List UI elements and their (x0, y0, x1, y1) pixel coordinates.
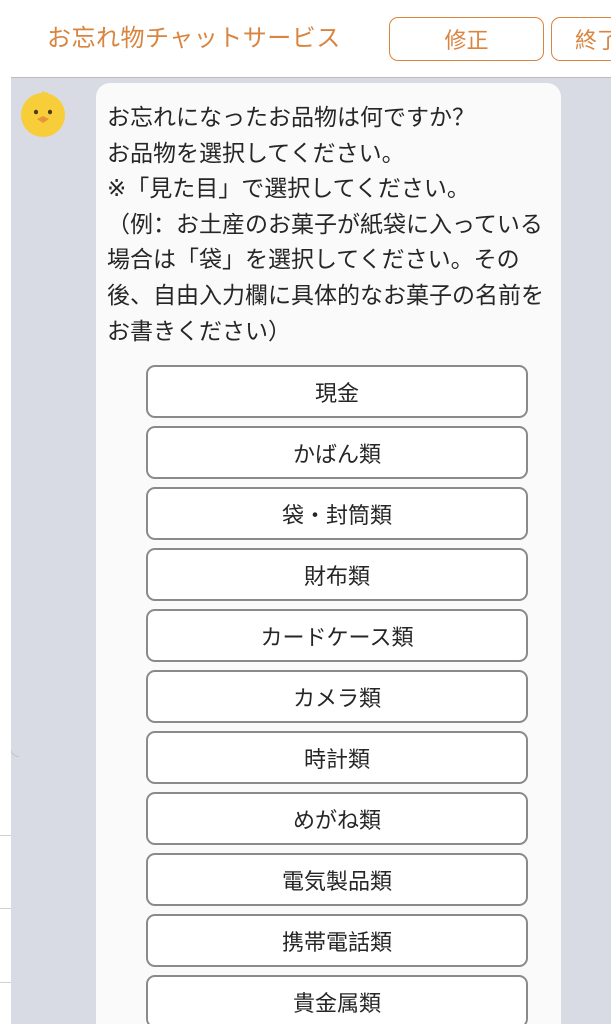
chat-header: お忘れ物チャットサービス 修正 終了 (11, 0, 611, 78)
option-button-card-cases[interactable]: カードケース類 (146, 609, 528, 662)
message-bubble: お忘れになったお品物は何ですか？ お品物を選択してください。 ※「見た目」で選択… (96, 83, 561, 1024)
chat-title: お忘れ物チャットサービス (47, 24, 341, 52)
option-list: 現金 かばん類 袋・封筒類 財布類 カードケース類 カメラ類 時計類 めがね類 … (146, 365, 528, 1024)
option-button-cash[interactable]: 現金 (146, 365, 528, 418)
panel-corner (11, 738, 19, 757)
chick-avatar-icon (21, 91, 65, 137)
option-button-envelopes[interactable]: 袋・封筒類 (146, 487, 528, 540)
option-button-watches[interactable]: 時計類 (146, 731, 528, 784)
option-button-cameras[interactable]: カメラ類 (146, 670, 528, 723)
edit-button[interactable]: 修正 (389, 17, 544, 61)
end-button[interactable]: 終了 (551, 17, 611, 61)
option-button-mobile-phones[interactable]: 携帯電話類 (146, 914, 528, 967)
option-button-wallets[interactable]: 財布類 (146, 548, 528, 601)
option-button-electronics[interactable]: 電気製品類 (146, 853, 528, 906)
option-button-bags[interactable]: かばん類 (146, 426, 528, 479)
option-button-jewelry[interactable]: 貴金属類 (146, 975, 528, 1024)
message-text: お忘れになったお品物は何ですか？ お品物を選択してください。 ※「見た目」で選択… (107, 105, 544, 345)
chat-window: お忘れ物チャットサービス 修正 終了 お忘れになったお品物は何ですか？ お品物を… (11, 0, 611, 1024)
chat-body[interactable]: お忘れになったお品物は何ですか？ お品物を選択してください。 ※「見た目」で選択… (11, 78, 611, 1024)
option-button-glasses[interactable]: めがね類 (146, 792, 528, 845)
